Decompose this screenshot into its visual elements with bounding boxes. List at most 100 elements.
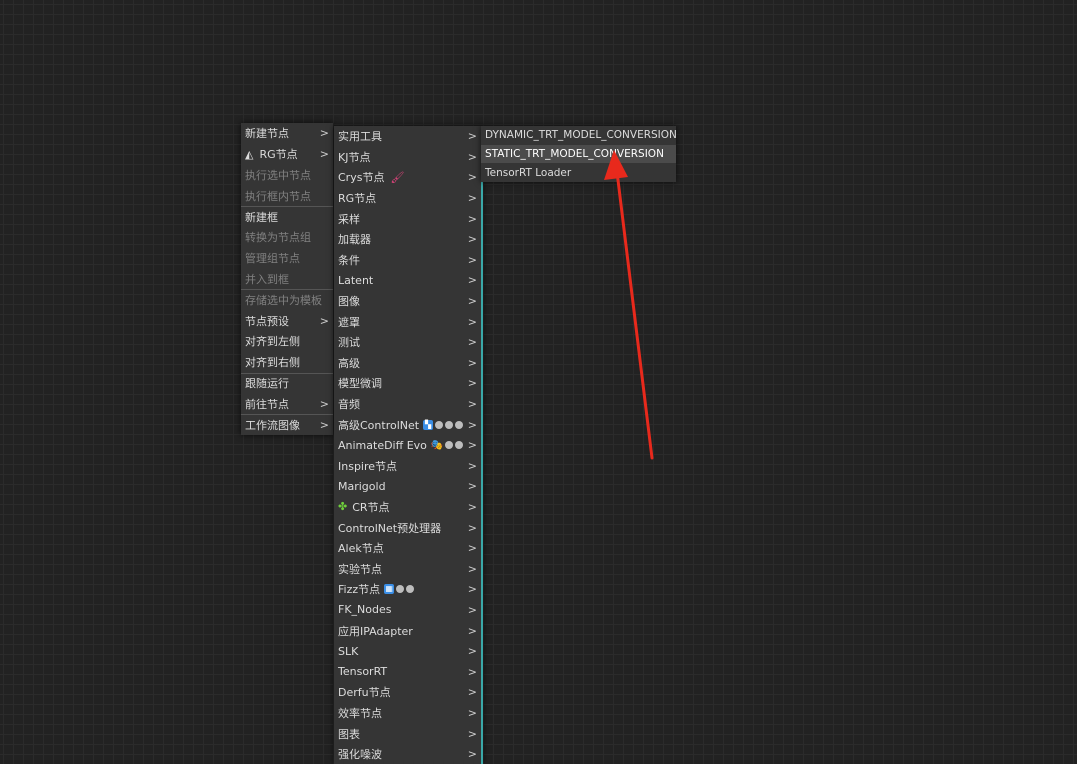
menu-item-label: 模型微调 [338, 377, 382, 391]
menu-item-rg-nodes[interactable]: ◭ RG节点 > [241, 144, 333, 165]
menu-item-dynamic-trt-conversion[interactable]: DYNAMIC_TRT_MODEL_CONVERSION [481, 126, 677, 145]
menu-item-execute-in-group[interactable]: 执行框内节点 [241, 185, 333, 206]
menu-item-label: 高级 [338, 356, 360, 370]
submenu-item-rg-nodes[interactable]: RG节点 > [334, 187, 483, 209]
calendar-icon: ▦ [384, 584, 395, 595]
menu-item-new-node[interactable]: 新建节点 > [241, 123, 333, 144]
menu-item-label: Marigold [338, 479, 386, 493]
submenu-item-marigold[interactable]: Marigold > [334, 476, 483, 497]
menu-item-go-to-node[interactable]: 前往节点 > [241, 393, 333, 414]
circle-badge-icon [435, 420, 444, 429]
menu-item-label: AnimateDiff Evo [338, 438, 427, 452]
circle-badge-icon [445, 441, 454, 450]
submenu-arrow-icon: > [467, 315, 477, 329]
submenu-item-mask[interactable]: 遮罩 > [334, 311, 483, 332]
annotation-arrow [604, 150, 654, 460]
submenu-arrow-icon: > [467, 541, 477, 555]
menu-item-label: 实验节点 [338, 562, 382, 576]
menu-item-label: 条件 [338, 253, 360, 267]
menu-item-label: 强化噪波 [338, 748, 382, 762]
submenu-item-charts[interactable]: 图表 > [334, 723, 483, 744]
menu-item-label: Inspire节点 [338, 459, 398, 473]
submenu-item-conditioning[interactable]: 条件 > [334, 249, 483, 271]
menu-item-new-group[interactable]: 新建框 [241, 206, 333, 227]
menu-item-label: TensorRT [338, 665, 388, 679]
submenu-item-image[interactable]: 图像 > [334, 290, 483, 312]
submenu-item-kj-nodes[interactable]: KJ节点 > [334, 146, 483, 168]
submenu-arrow-icon: > [467, 582, 477, 596]
submenu-arrow-icon: > [467, 294, 477, 308]
submenu-item-cr-nodes[interactable]: ✤ CR节点 > [334, 496, 483, 518]
submenu-item-controlnet-preprocessors[interactable]: ControlNet预处理器 > [334, 517, 483, 538]
menu-item-convert-to-group-node[interactable]: 转换为节点组 [241, 227, 333, 248]
menu-item-workflow-image[interactable]: 工作流图像 > [241, 414, 333, 435]
menu-item-label: 转换为节点组 [245, 231, 311, 245]
menu-item-label: 音频 [338, 398, 360, 412]
submenu-arrow-icon: > [467, 191, 477, 205]
menu-item-static-trt-conversion[interactable]: STATIC_TRT_MODEL_CONVERSION [481, 144, 676, 164]
submenu-item-loaders[interactable]: 加载器 > [334, 228, 483, 250]
submenu-item-experimental-nodes[interactable]: 实验节点 > [334, 558, 483, 580]
submenu-item-slk[interactable]: SLK > [334, 640, 483, 662]
puzzle-piece-icon: ✤ [338, 500, 348, 514]
menu-item-label: KJ节点 [338, 150, 371, 164]
submenu-arrow-icon: > [467, 624, 477, 638]
submenu-arrow-icon: > [467, 603, 477, 617]
brush-icon: 🖌 [390, 170, 405, 184]
submenu-item-audio[interactable]: 音频 > [334, 393, 483, 415]
submenu-arrow-icon: > [467, 500, 477, 514]
submenu-item-fk-nodes[interactable]: FK_Nodes > [334, 599, 483, 621]
submenu-arrow-icon: > [467, 273, 477, 287]
annotation-arrow-shaft [615, 170, 654, 460]
submenu-item-sampling[interactable]: 采样 > [334, 208, 483, 229]
submenu-arrow-icon: > [467, 521, 477, 535]
circle-badge-icon [455, 420, 464, 429]
menu-item-align-right[interactable]: 对齐到右侧 [241, 352, 333, 373]
menu-item-label: 采样 [338, 212, 360, 226]
menu-item-label: Fizz节点 [338, 583, 381, 597]
menu-item-label: 前往节点 [245, 397, 289, 411]
submenu-arrow-icon: > [467, 685, 477, 699]
submenu-item-efficiency-nodes[interactable]: 效率节点 > [334, 702, 483, 724]
submenu-item-derfu-nodes[interactable]: Derfu节点 > [334, 682, 483, 703]
circle-badge-icon [455, 441, 464, 450]
submenu-item-inspire-nodes[interactable]: Inspire节点 > [334, 455, 483, 477]
submenu-item-crys-nodes[interactable]: Crys节点 🖌 > [334, 167, 483, 188]
menu-item-execute-selected[interactable]: 执行选中节点 [241, 165, 333, 186]
menu-item-label: Crys节点 [338, 171, 385, 185]
menu-item-label: 加载器 [338, 233, 371, 247]
submenu-item-model-finetune[interactable]: 模型微调 > [334, 373, 483, 394]
menu-item-node-presets[interactable]: 节点预设 > [241, 310, 333, 331]
menu-item-label: 图表 [338, 727, 360, 741]
submenu-item-advanced[interactable]: 高级 > [334, 352, 483, 374]
menu-item-label: 并入到框 [245, 272, 289, 286]
submenu-arrow-icon: > [319, 147, 329, 161]
submenu-item-alek-nodes[interactable]: Alek节点 > [334, 537, 483, 559]
menu-item-save-as-template[interactable]: 存储选中为模板 [241, 289, 333, 310]
menu-item-merge-into-group[interactable]: 并入到框 [241, 269, 333, 290]
menu-item-label: 应用IPAdapter [338, 624, 413, 638]
submenu-item-testing[interactable]: 测试 > [334, 331, 483, 353]
menu-item-align-left[interactable]: 对齐到左侧 [241, 331, 333, 352]
menu-item-label: Latent [338, 273, 374, 287]
submenu-item-advanced-controlnet[interactable]: 高级ControlNet ▚ > [334, 414, 483, 435]
submenu-arrow-icon: > [467, 376, 477, 390]
submenu-item-latent[interactable]: Latent > [334, 270, 483, 291]
menu-item-label: 执行框内节点 [245, 189, 311, 203]
menu-item-label: 新建框 [245, 211, 278, 225]
submenu-item-animatediff-evo[interactable]: AnimateDiff Evo 🎭 > [334, 434, 483, 456]
submenu-arrow-icon: > [467, 212, 477, 226]
menu-item-label: 对齐到左侧 [245, 335, 300, 349]
submenu-arrow-icon: > [467, 459, 477, 473]
menu-item-manage-group-nodes[interactable]: 管理组节点 [241, 248, 333, 269]
submenu-item-apply-ipadapter[interactable]: 应用IPAdapter > [334, 620, 483, 641]
menu-item-follow-execution[interactable]: 跟随运行 [241, 372, 333, 394]
menu-item-label: 节点预设 [245, 314, 289, 328]
submenu-item-tensorrt[interactable]: TensorRT > [334, 661, 483, 683]
menu-item-tensorrt-loader[interactable]: TensorRT Loader [481, 163, 676, 182]
controlnet-badge-icon: ▚ [423, 419, 434, 430]
submenu-item-utils[interactable]: 实用工具 > [334, 126, 483, 147]
menu-item-label: 跟随运行 [245, 377, 289, 391]
submenu-item-fizz-nodes[interactable]: Fizz节点 ▦ > [334, 579, 483, 600]
menu-item-label: 工作流图像 [245, 419, 300, 433]
